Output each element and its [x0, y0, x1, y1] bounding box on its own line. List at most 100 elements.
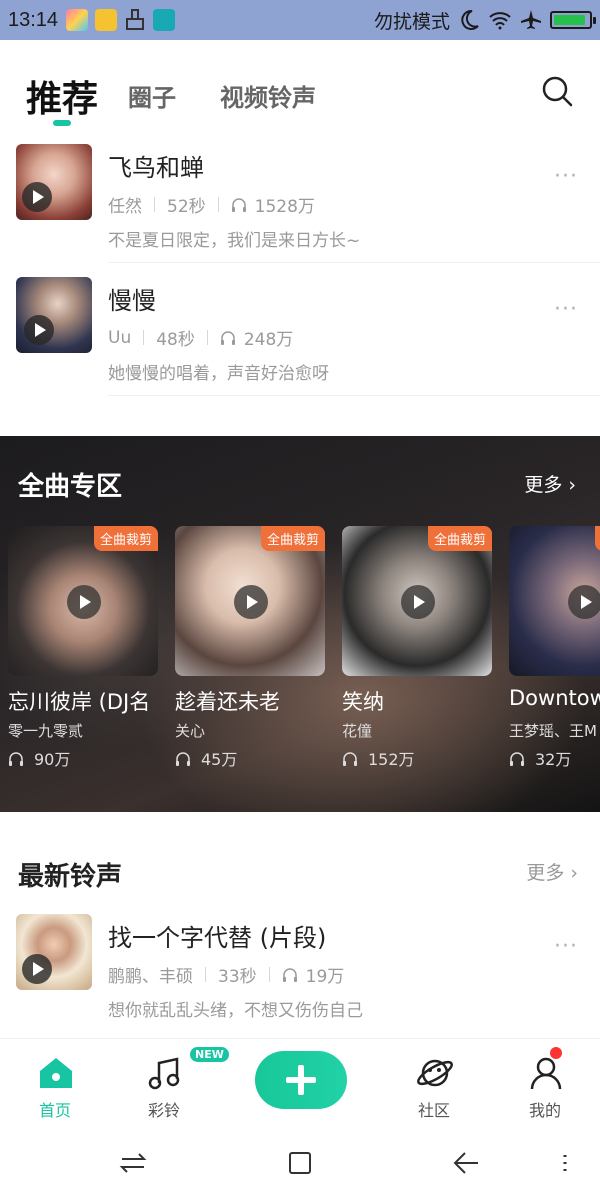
card-title: Downtow: [509, 686, 600, 710]
card-tag: 全曲裁剪: [260, 526, 325, 551]
meta-divider: [268, 967, 270, 982]
card-plays-value: 152万: [368, 750, 415, 769]
app-icon: [66, 9, 89, 31]
meta-divider: [206, 330, 208, 345]
song-desc: 不是夏日限定，我们是来日方长~: [108, 231, 361, 251]
song-plays: 19万: [305, 967, 345, 987]
play-icon[interactable]: [234, 585, 268, 619]
nav-home[interactable]: 首页: [15, 1039, 95, 1129]
nav-community[interactable]: 社区: [394, 1039, 474, 1129]
new-ringtones-title: 最新铃声: [18, 862, 123, 892]
card-plays: 45万: [175, 746, 237, 770]
system-nav-bar: [0, 1128, 600, 1200]
headphones-icon: [231, 197, 246, 212]
song-duration: 52秒: [167, 197, 206, 217]
song-plays: 248万: [243, 330, 294, 350]
headphones-icon: [9, 752, 23, 766]
tab-video-ringtone[interactable]: 视频铃声: [220, 78, 316, 113]
song-artist: 鹏鹏、丰硕: [108, 967, 193, 987]
song-desc: 她慢慢的唱着，声音好治愈呀: [108, 364, 329, 384]
battery-icon: [550, 11, 596, 29]
moon-icon: [461, 9, 479, 30]
song-title: 找一个字代替 (片段): [108, 924, 327, 952]
nav-community-label: 社区: [417, 1101, 450, 1120]
card-tag: 全曲裁剪: [427, 526, 492, 551]
song-desc: 想你就乱乱头绪，不想又伤伤自己: [108, 1001, 363, 1021]
play-icon[interactable]: [568, 585, 600, 619]
song-item[interactable]: 慢慢 Uu 48秒 248万 她慢慢的唱着，声音好治愈呀 ···: [0, 277, 600, 403]
card-title: 趁着还未老: [175, 690, 280, 714]
bottom-nav: 首页 彩铃 NEW 社区 我的: [0, 1038, 600, 1128]
meta-divider: [154, 197, 155, 212]
song-cover[interactable]: [16, 914, 92, 990]
more-label: 更多: [526, 862, 565, 884]
section-more-link[interactable]: 更多 ›: [524, 470, 576, 497]
headphones-icon: [510, 752, 524, 766]
tab-circle[interactable]: 圈子: [128, 78, 176, 113]
song-cover[interactable]: [16, 144, 92, 220]
headphones-icon: [282, 967, 297, 982]
airplane-icon: [521, 10, 541, 29]
play-icon[interactable]: [22, 182, 52, 212]
song-cover[interactable]: [16, 277, 92, 353]
section-title: 全曲专区: [18, 472, 123, 502]
card-artist: 花僮: [342, 722, 373, 740]
more-icon[interactable]: ···: [554, 934, 578, 959]
menu-icon[interactable]: [555, 1148, 575, 1178]
switch-app-icon[interactable]: [118, 1148, 148, 1178]
song-artist: Uu: [108, 327, 132, 348]
song-item[interactable]: 找一个字代替 (片段) 鹏鹏、丰硕 33秒 19万 想你就乱乱头绪，不想又伤伤自…: [0, 914, 600, 1040]
nav-mine-label: 我的: [528, 1101, 561, 1120]
song-artist: 任然: [108, 197, 142, 217]
nav-ringtone-label: 彩铃: [147, 1101, 180, 1120]
play-icon[interactable]: [22, 954, 52, 984]
song-title: 飞鸟和蝉: [108, 154, 204, 182]
song-duration: 33秒: [218, 967, 257, 987]
tab-recommend[interactable]: 推荐: [26, 70, 98, 122]
notification-dot: [550, 1047, 562, 1059]
planet-icon: [417, 1059, 453, 1087]
card-plays: 90万: [8, 746, 70, 770]
add-button[interactable]: [255, 1051, 347, 1109]
card-plays: 32万: [509, 746, 571, 770]
card-plays-value: 32万: [535, 750, 572, 769]
back-icon[interactable]: [452, 1148, 482, 1178]
song-meta: 鹏鹏、丰硕 33秒 19万: [108, 962, 344, 987]
nav-mine[interactable]: 我的: [505, 1039, 585, 1129]
card-image[interactable]: 全曲裁剪: [342, 526, 492, 676]
song-card[interactable]: 全曲裁剪 忘川彼岸 (DJ名 零一九零贰 90万: [8, 526, 158, 769]
home-icon: [40, 1058, 72, 1088]
home-square-icon[interactable]: [285, 1148, 315, 1178]
song-card[interactable]: 全曲裁剪 笑纳 花僮 152万: [342, 526, 492, 769]
song-title: 慢慢: [108, 287, 156, 315]
play-icon[interactable]: [401, 585, 435, 619]
top-tabs: 推荐 圈子 视频铃声: [0, 40, 600, 132]
song-card[interactable]: 全曲裁剪 趁着还未老 关心 45万: [175, 526, 325, 769]
card-image[interactable]: 全曲裁剪: [8, 526, 158, 676]
more-icon[interactable]: ···: [554, 164, 578, 189]
song-card[interactable]: 全曲裁剪 Downtow 王梦瑶、王M 32万: [509, 526, 600, 769]
tab-active-indicator: [53, 120, 71, 126]
song-item[interactable]: 飞鸟和蝉 任然 52秒 1528万 不是夏日限定，我们是来日方长~ ···: [0, 144, 600, 270]
wifi-icon: [489, 12, 511, 30]
dnd-label: 勿扰模式: [373, 10, 450, 33]
card-image[interactable]: 全曲裁剪: [175, 526, 325, 676]
new-badge: NEW: [190, 1047, 229, 1062]
chevron-right-icon: ›: [568, 474, 576, 496]
card-image[interactable]: 全曲裁剪: [509, 526, 600, 676]
search-icon[interactable]: [540, 74, 574, 108]
card-plays-value: 90万: [34, 750, 71, 769]
meta-divider: [217, 197, 219, 212]
card-artist: 零一九零贰: [8, 722, 84, 740]
meta-divider: [143, 330, 145, 345]
headphones-icon: [176, 752, 190, 766]
play-icon[interactable]: [67, 585, 101, 619]
card-tag: 全曲裁剪: [93, 526, 158, 551]
card-tag: 全曲裁剪: [594, 526, 600, 551]
more-icon[interactable]: ···: [554, 297, 578, 322]
card-artist: 王梦瑶、王M: [509, 722, 597, 740]
new-ringtones-more-link[interactable]: 更多 ›: [526, 858, 578, 885]
battery-fill: [554, 15, 585, 25]
play-icon[interactable]: [24, 315, 54, 345]
folder-icon: [95, 9, 118, 31]
